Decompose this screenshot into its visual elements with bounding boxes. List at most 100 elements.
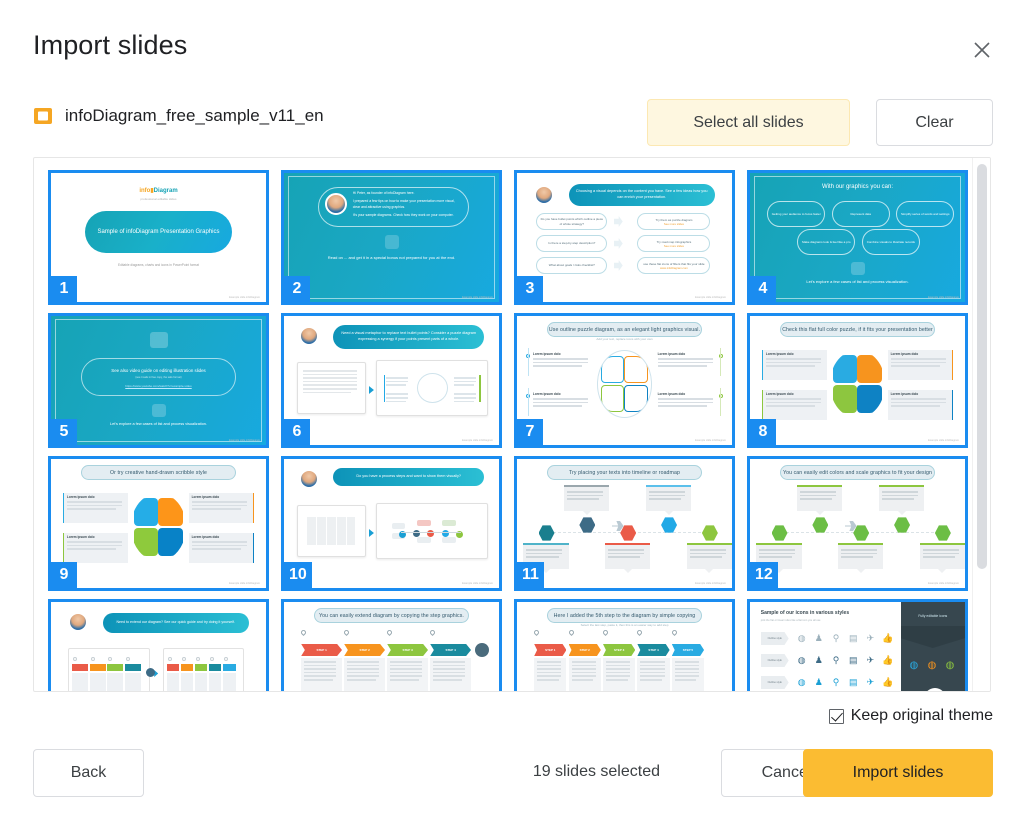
qa-answer: use these flat icons of filters that fit… xyxy=(637,257,711,274)
slide-thumbnail[interactable]: Choosing a visual depends on the content… xyxy=(514,170,735,305)
sample-icon: ✈ xyxy=(866,655,875,665)
slide-footer-note: Example slide infoDiagram xyxy=(695,296,726,299)
slide-number-badge: 3 xyxy=(517,276,543,302)
puzzle-text-block: Lorem ipsum dolo xyxy=(63,493,129,523)
slide-preview: Choosing a visual depends on the content… xyxy=(517,173,732,302)
keep-original-theme-label: Keep original theme xyxy=(850,707,993,724)
slide-thumbnail-cell: You can easily extend diagram by copying… xyxy=(275,595,508,691)
slide-preview: Use outline puzzle diagram, as an elegan… xyxy=(517,316,732,445)
slide-footer-note: Example slide infoDiagram xyxy=(928,582,959,585)
slide-preview: Or try creative hand-drawn scribble styl… xyxy=(51,459,266,588)
import-slides-dialog: Import slides infoDiagram_free_sample_v1… xyxy=(0,0,1024,813)
sample-icon: 👍 xyxy=(882,655,894,665)
slide-thumbnail[interactable]: You can easily extend diagram by copying… xyxy=(281,599,502,691)
slide-thumbnail[interactable]: Try placing your texts into timeline or … xyxy=(514,456,735,591)
slide-title-text: You can easily extend diagram by copying… xyxy=(318,612,464,619)
slide-thumbnail-cell: Use outline puzzle diagram, as an elegan… xyxy=(508,309,741,452)
slide-preview: Here I added the 5th step to the diagram… xyxy=(517,602,732,691)
slide-thumbnail-cell: Try placing your texts into timeline or … xyxy=(508,452,741,595)
sample-icon: ◍ xyxy=(797,655,806,665)
slide-footer-note: Example slide infoDiagram xyxy=(229,439,260,442)
header-actions: Select all slides Clear xyxy=(647,99,993,146)
puzzle-text-block: Lorem ipsum dolo xyxy=(188,533,254,563)
slide-number-badge: 2 xyxy=(284,276,310,302)
step-text xyxy=(568,658,601,691)
slide-preview: Check this flat full color puzzle, if it… xyxy=(750,316,965,445)
slide-thumbnail[interactable]: Check this flat full color puzzle, if it… xyxy=(747,313,968,448)
step-icon xyxy=(601,628,610,637)
roadmap-label xyxy=(564,485,610,515)
slide-preview: Hi Peter, as founder of infoDiagram here… xyxy=(284,173,499,302)
sample-icon: ◍ xyxy=(797,633,806,643)
qa-answer: Try road map infographics See more slides xyxy=(637,235,711,252)
slide-thumbnail[interactable]: Do you have a process steps and want to … xyxy=(281,456,502,591)
import-slides-button[interactable]: Import slides xyxy=(803,749,993,797)
back-button[interactable]: Back xyxy=(33,749,144,797)
step-text xyxy=(387,658,429,691)
puzzle-graphic xyxy=(131,493,187,561)
slide-thumbnail[interactable]: Need a visual metaphor to replace text b… xyxy=(281,313,502,448)
after-card xyxy=(376,360,489,416)
slide-thumbnail[interactable]: Here I added the 5th step to the diagram… xyxy=(514,599,735,691)
clear-button[interactable]: Clear xyxy=(876,99,993,146)
benefit-bubble: Combine visuals to illustrate records xyxy=(861,229,920,255)
slide-cta: Let's explore a few cases of list and pr… xyxy=(110,422,207,426)
roadmap-label xyxy=(797,485,843,515)
checkbox-icon[interactable] xyxy=(828,708,844,724)
slide-number-badge: 1 xyxy=(51,276,77,302)
slide-title-pill: Here I added the 5th step to the diagram… xyxy=(547,608,702,623)
step-icon xyxy=(670,628,678,637)
select-all-slides-button[interactable]: Select all slides xyxy=(647,99,850,146)
slide-thumbnail[interactable]: Or try creative hand-drawn scribble styl… xyxy=(48,456,269,591)
slide-thumbnail[interactable]: See also video guide on editing illustra… xyxy=(48,313,269,448)
step-text xyxy=(344,658,386,691)
roadmap-label xyxy=(879,485,925,515)
step-text xyxy=(534,658,567,691)
slide-preview: Need a visual metaphor to replace text b… xyxy=(284,316,499,445)
step-arrow: STEP 1 xyxy=(534,644,567,656)
roadmap-label xyxy=(686,543,732,573)
slide-preview: With our graphics you can: Getting your … xyxy=(750,173,965,302)
brand-logo: info▮Diagram xyxy=(139,188,178,194)
close-glyph xyxy=(974,42,990,58)
slide-thumbnail-cell: Here I added the 5th step to the diagram… xyxy=(508,595,741,691)
slide-thumbnail[interactable]: Sample of our icons in various styles pi… xyxy=(747,599,968,691)
slides-scrollbar-track[interactable] xyxy=(972,158,990,691)
step-arrow: STEP 4 xyxy=(637,644,670,656)
slide-thumbnail[interactable]: Use outline puzzle diagram, as an elegan… xyxy=(514,313,735,448)
keep-original-theme-checkbox[interactable]: Keep original theme xyxy=(828,707,993,725)
slide-thumbnail-cell: Check this flat full color puzzle, if it… xyxy=(741,309,974,452)
icons-panel: Fully editable icons ◍ ◍ ◍ ◍ xyxy=(900,602,965,691)
slide-title-text: With our graphics you can: xyxy=(821,184,894,190)
benefit-bubble: Simplify series of words and settings xyxy=(896,201,955,227)
close-icon[interactable] xyxy=(964,32,1000,68)
slides-scrollbar-thumb[interactable] xyxy=(977,164,987,569)
qa-question: Do you have bullet points which outline … xyxy=(536,213,608,230)
slide-preview: Do you have a process steps and want to … xyxy=(284,459,499,588)
step-arrow: STEP 5 xyxy=(671,644,705,656)
sample-icon: ⚲ xyxy=(832,677,840,687)
slide-link: https://www.youtube.com/watch?v=example-… xyxy=(125,384,192,388)
sample-icon: ⚲ xyxy=(832,655,840,665)
slide-thumbnail[interactable]: Need to extend our diagram? See our quic… xyxy=(48,599,269,691)
slide-thumbnail[interactable]: Hi Peter, as founder of infoDiagram here… xyxy=(281,170,502,305)
slide-thumbnail[interactable]: With our graphics you can: Getting your … xyxy=(747,170,968,305)
slide-footer-note: Example slide infoDiagram xyxy=(229,582,260,585)
step-arrow: STEP 4 xyxy=(430,644,472,656)
slide-thumbnail-cell: Sample of our icons in various styles pi… xyxy=(741,595,974,691)
slide-thumbnail[interactable]: info▮Diagram professional editable slide… xyxy=(48,170,269,305)
slide-thumbnail-cell: Or try creative hand-drawn scribble styl… xyxy=(42,452,275,595)
slide-thumbnail[interactable]: You can easily edit colors and scale gra… xyxy=(747,456,968,591)
step-arrow: STEP 2 xyxy=(344,644,386,656)
step-icon xyxy=(386,628,394,637)
puzzle-text-block: Lorem ipsum dolo xyxy=(530,390,595,420)
puzzle-text-block: Lorem ipsum dolo xyxy=(188,493,254,523)
roadmap-label xyxy=(646,485,692,515)
step-arrow: STEP 1 xyxy=(301,644,343,656)
slide-title-pill: Check this flat full color puzzle, if it… xyxy=(780,322,935,337)
slide-thumbnail-cell: Hi Peter, as founder of infoDiagram here… xyxy=(275,166,508,309)
slide-number-badge: 5 xyxy=(51,419,77,445)
step-icon xyxy=(300,628,308,637)
sample-icon: ♟ xyxy=(814,633,823,643)
sample-icon: ✈ xyxy=(866,677,875,687)
